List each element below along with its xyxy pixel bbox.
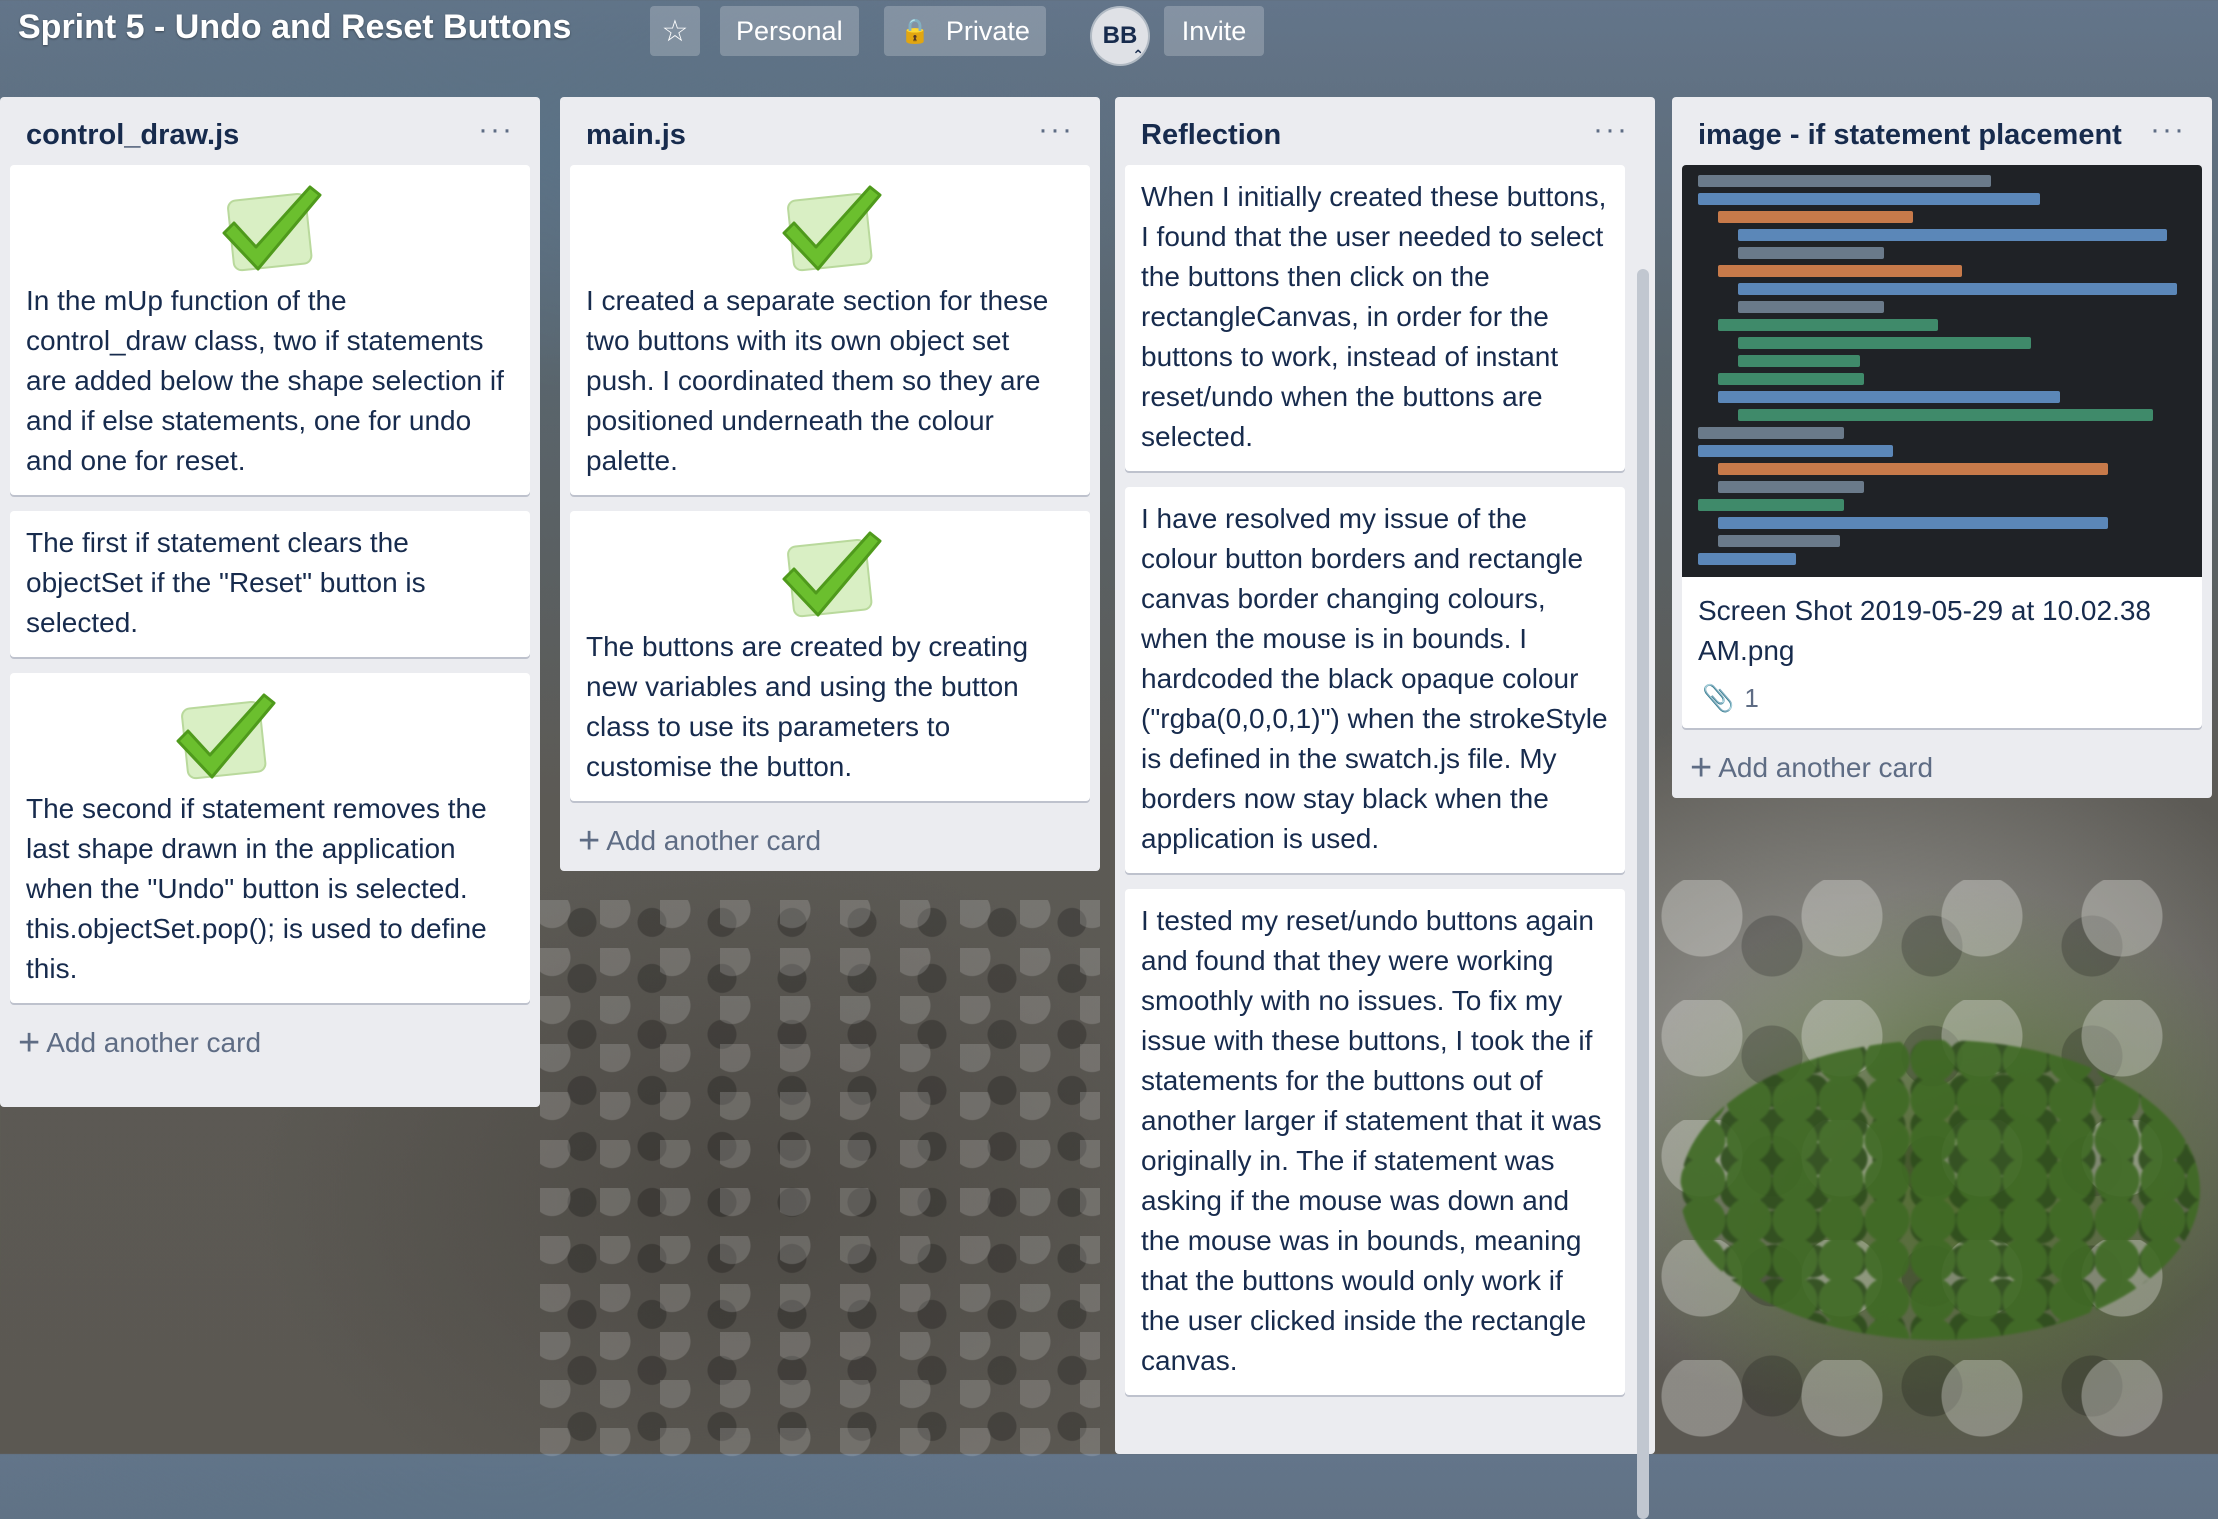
check-mark-icon [166, 681, 282, 785]
code-line [1718, 319, 1938, 331]
lock-icon: 🔒 [900, 17, 930, 45]
add-card-button[interactable]: + Add another card [1682, 744, 2202, 788]
list-title[interactable]: Reflection [1141, 115, 1585, 155]
attachment-filename: Screen Shot 2019-05-29 at 10.02.38 AM.pn… [1698, 595, 2152, 666]
admin-chevron-icon: ⌃ [1132, 47, 1144, 63]
card-text: In the mUp function of the control_draw … [26, 285, 504, 476]
list-image: image - if statement placement ··· Scree… [1672, 97, 2212, 798]
card[interactable]: In the mUp function of the control_draw … [10, 165, 530, 495]
check-mark-icon [772, 173, 888, 277]
code-line [1738, 337, 2031, 349]
code-line [1718, 481, 1865, 493]
code-line [1718, 517, 2109, 529]
list-menu-icon[interactable]: ··· [478, 115, 514, 145]
list-title[interactable]: image - if statement placement [1698, 115, 2142, 155]
code-line [1718, 211, 1914, 223]
card-text: The second if statement removes the last… [26, 793, 487, 984]
list-main-js: main.js ··· I created a separate section… [560, 97, 1100, 871]
card-text: The buttons are created by creating new … [586, 631, 1029, 782]
code-line [1718, 373, 1865, 385]
card[interactable]: The buttons are created by creating new … [570, 511, 1090, 801]
card-container: When I initially created these buttons, … [1125, 165, 1645, 1395]
card[interactable]: I tested my reset/undo buttons again and… [1125, 889, 1625, 1395]
card[interactable]: When I initially created these buttons, … [1125, 165, 1625, 471]
list-header: Reflection ··· [1125, 97, 1645, 165]
add-card-label: Add another card [1718, 752, 1934, 783]
add-card-button[interactable]: + Add another card [10, 1019, 530, 1063]
avatar-initials: BB [1102, 22, 1138, 49]
card-text: I created a separate section for these t… [586, 285, 1049, 476]
visibility-label: Private [945, 15, 1030, 46]
list-header: main.js ··· [570, 97, 1090, 165]
attachment-count: 1 [1744, 683, 1759, 713]
list-title[interactable]: main.js [586, 115, 1030, 155]
list-header: image - if statement placement ··· [1682, 97, 2202, 165]
code-line [1698, 499, 1845, 511]
background-stone-wall [540, 900, 1100, 1460]
card-text: The first if statement clears the object… [26, 527, 426, 638]
code-line [1738, 409, 2153, 421]
list-reflection: Reflection ··· When I initially created … [1115, 97, 1655, 1519]
code-line [1698, 427, 1845, 439]
code-line [1738, 355, 1860, 367]
plus-icon: + [1690, 747, 1713, 789]
code-line [1698, 193, 2040, 205]
star-icon: ☆ [661, 14, 689, 48]
paperclip-icon: 📎 [1702, 683, 1735, 713]
code-line [1718, 265, 1962, 277]
card[interactable]: I have resolved my issue of the colour b… [1125, 487, 1625, 873]
add-card-label: Add another card [606, 825, 822, 856]
plus-icon: + [578, 820, 601, 862]
code-line [1738, 229, 2168, 241]
card-text: When I initially created these buttons, … [1141, 181, 1607, 452]
code-line [1698, 445, 1894, 457]
card[interactable]: The second if statement removes the last… [10, 673, 530, 1003]
card-text: I tested my reset/undo buttons again and… [1141, 905, 1602, 1376]
visibility-button[interactable]: 🔒 Private [884, 6, 1046, 56]
code-line [1738, 247, 1885, 259]
list-menu-icon[interactable]: ··· [2150, 115, 2186, 145]
invite-button[interactable]: Invite [1164, 6, 1264, 56]
card[interactable]: Screen Shot 2019-05-29 at 10.02.38 AM.pn… [1682, 165, 2202, 728]
list-title[interactable]: control_draw.js [26, 115, 470, 155]
attachment-badge: 📎 1 [1698, 683, 2186, 714]
list-menu-icon[interactable]: ··· [1038, 115, 1074, 145]
card-cover-image [1682, 165, 2202, 577]
star-board-button[interactable]: ☆ [650, 6, 700, 56]
code-line [1738, 301, 1885, 313]
card-text: I have resolved my issue of the colour b… [1141, 503, 1608, 854]
list-scrollbar[interactable] [1637, 269, 1649, 1519]
code-line [1718, 391, 2060, 403]
card[interactable]: The first if statement clears the object… [10, 511, 530, 657]
plus-icon: + [18, 1022, 41, 1064]
add-card-label: Add another card [46, 1027, 262, 1058]
check-mark-icon [772, 519, 888, 623]
avatar[interactable]: BB ⌃ [1092, 8, 1148, 64]
list-menu-icon[interactable]: ··· [1593, 115, 1629, 145]
code-line [1698, 553, 1796, 565]
code-line [1698, 175, 1991, 187]
list-control-draw: control_draw.js ··· In the mUp function … [0, 97, 540, 1107]
board-title[interactable]: Sprint 5 - Undo and Reset Buttons [18, 8, 571, 47]
list-header: control_draw.js ··· [10, 97, 530, 165]
code-line [1718, 535, 1840, 547]
board-header: Sprint 5 - Undo and Reset Buttons ☆ Pers… [0, 0, 2218, 64]
card[interactable]: I created a separate section for these t… [570, 165, 1090, 495]
code-line [1718, 463, 2109, 475]
background-bush [1680, 1040, 2200, 1340]
check-mark-icon [212, 173, 328, 277]
personal-team-button[interactable]: Personal [720, 6, 859, 56]
add-card-button[interactable]: + Add another card [570, 817, 1090, 861]
code-line [1738, 283, 2178, 295]
